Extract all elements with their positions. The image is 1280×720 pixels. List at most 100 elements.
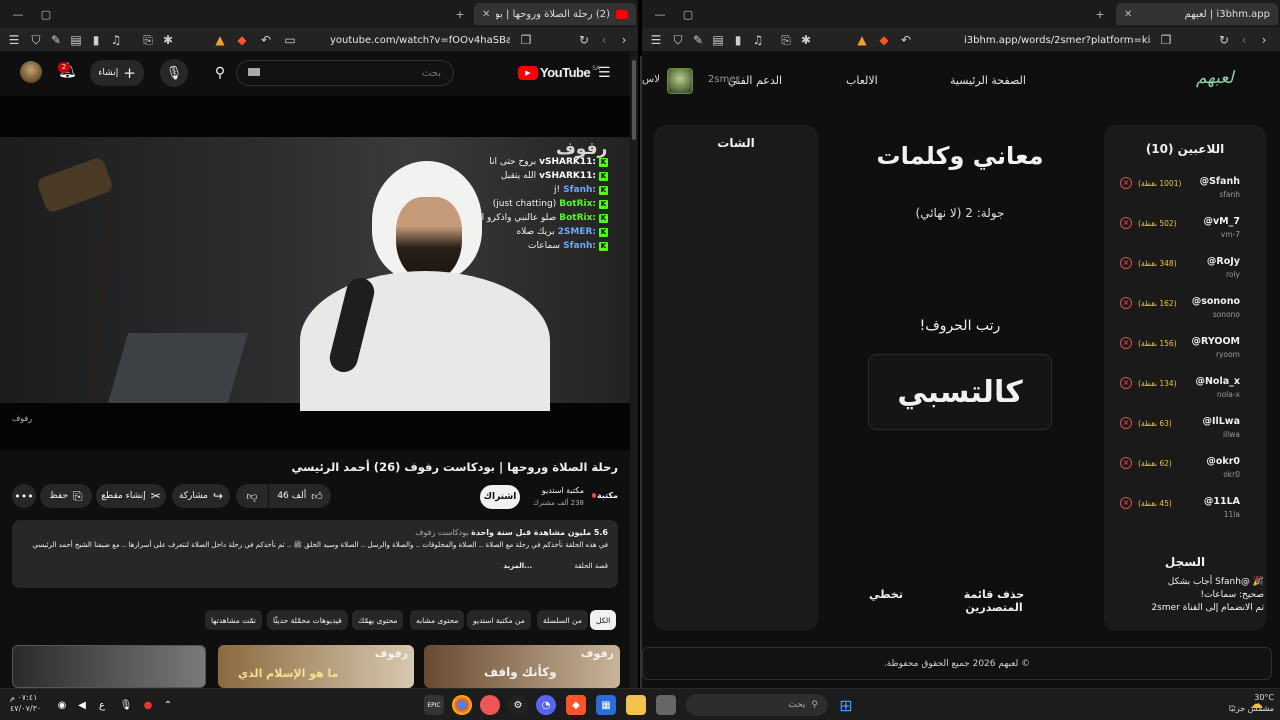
tab-youtube[interactable]: ✕ (2) رحلة الصلاة وروحها | بودكاس... <box>474 3 636 25</box>
remove-player-icon[interactable]: × <box>1120 217 1132 229</box>
youtube-logo[interactable]: ▶ YouTube SA <box>518 65 600 80</box>
subscribe-button[interactable]: اشتراك <box>480 485 520 509</box>
minimize-button[interactable]: — <box>652 6 668 22</box>
tab-i3bhm[interactable]: ✕ لعبهم | i3bhm.app <box>1116 3 1278 25</box>
warning-icon[interactable]: ▲ <box>854 32 870 48</box>
channel-name[interactable]: مكتبة استديو <box>528 486 584 495</box>
hamburger-menu-icon[interactable]: ☰ <box>598 65 611 81</box>
maximize-button[interactable]: ▢ <box>680 6 696 22</box>
extensions-icon[interactable]: ✱ <box>160 32 176 48</box>
remove-player-icon[interactable]: × <box>1120 337 1132 349</box>
screenshot-icon[interactable]: ⎘ <box>140 32 156 48</box>
remove-player-icon[interactable]: × <box>1120 177 1132 189</box>
video-thumbnail[interactable] <box>12 645 206 688</box>
page-scrollbar[interactable] <box>630 52 638 688</box>
close-tab-icon[interactable]: ✕ <box>1124 9 1132 20</box>
reload-icon[interactable]: ↻ <box>1216 32 1232 48</box>
back-icon[interactable]: ‹ <box>596 32 612 48</box>
skip-button[interactable]: تخطي <box>858 588 914 601</box>
new-tab-button[interactable]: + <box>452 6 468 22</box>
wallet-icon[interactable]: ▤ <box>68 32 84 48</box>
chip-recently-uploaded[interactable]: فيديوهات محمّلة حديثًا <box>267 610 348 630</box>
extensions-icon[interactable]: ✱ <box>798 32 814 48</box>
search-button[interactable]: ⚲ <box>206 59 234 87</box>
undo-icon[interactable]: ↶ <box>898 32 914 48</box>
chip-for-you[interactable]: محتوى يهمّك <box>352 610 404 630</box>
tray-chevron-icon[interactable]: ⌃ <box>158 695 178 715</box>
music-icon[interactable]: ♫ <box>750 32 766 48</box>
description-more[interactable]: ...المزيد <box>503 562 532 570</box>
chip-from-channel[interactable]: من مكتبة استديو <box>467 610 531 630</box>
more-actions-button[interactable]: ••• <box>12 484 36 508</box>
warning-icon[interactable]: ▲ <box>212 32 228 48</box>
maximize-button[interactable]: ▢ <box>38 6 54 22</box>
close-tab-icon[interactable]: ✕ <box>482 9 490 20</box>
avatar[interactable] <box>20 61 42 83</box>
menu-icon[interactable]: ☰ <box>6 32 22 48</box>
video-thumbnail[interactable]: رفوف وكأنك واقف <box>424 645 620 688</box>
file-explorer-icon[interactable] <box>626 695 646 715</box>
voice-search-button[interactable]: 🎙︎ <box>160 59 188 87</box>
back-icon[interactable]: ‹ <box>1236 32 1252 48</box>
puzzle-icon[interactable]: ✎ <box>48 32 64 48</box>
microphone-icon[interactable]: 🎙︎ <box>116 695 136 715</box>
discord-icon[interactable]: ◔ <box>536 695 556 715</box>
chrome-icon[interactable] <box>452 695 472 715</box>
brave-browser-icon[interactable]: ◆ <box>566 695 586 715</box>
remove-player-icon[interactable]: × <box>1120 497 1132 509</box>
scrollbar-thumb[interactable] <box>632 60 636 140</box>
video-player[interactable]: رفوف رفوف <box>0 96 630 450</box>
music-icon[interactable]: ♫ <box>108 32 124 48</box>
sidebar-icon[interactable]: ▮ <box>88 32 104 48</box>
task-view-icon[interactable] <box>656 695 676 715</box>
undo-icon[interactable]: ↶ <box>258 32 274 48</box>
chip-watched[interactable]: تمّت مشاهدتها <box>205 610 262 630</box>
remove-player-icon[interactable]: × <box>1120 257 1132 269</box>
new-tab-button[interactable]: + <box>1092 6 1108 22</box>
channel-avatar[interactable]: مكتبة <box>592 486 618 504</box>
cast-icon[interactable]: ▭ <box>282 32 298 48</box>
remove-player-icon[interactable]: × <box>1120 457 1132 469</box>
sidebar-icon[interactable]: ▮ <box>730 32 746 48</box>
like-button[interactable]: 46 ألف 👍︎ <box>269 484 331 508</box>
create-button[interactable]: إنشاء + <box>90 60 144 86</box>
forward-icon[interactable]: › <box>1256 32 1272 48</box>
keyboard-icon[interactable] <box>248 68 260 76</box>
remove-player-icon[interactable]: × <box>1120 377 1132 389</box>
screenshot-icon[interactable]: ⎘ <box>778 32 794 48</box>
save-button[interactable]: حفظ ⎘ <box>40 484 92 508</box>
date-time[interactable]: ٠٧:٤١ م ٤٧/٠٧/٣٠ <box>10 692 54 714</box>
speaker-icon[interactable]: ◀ <box>72 695 92 715</box>
user-avatar[interactable] <box>667 68 693 94</box>
nav-home[interactable]: الصفحة الرئيسية <box>950 74 1026 87</box>
taskbar-search[interactable]: بحث ⚲ <box>686 694 828 716</box>
language-indicator[interactable]: ع <box>92 695 112 715</box>
description-tag[interactable]: بودكاست رفوف <box>415 528 468 537</box>
chip-from-series[interactable]: من السلسلة <box>537 610 588 630</box>
brave-icon[interactable]: ◆ <box>234 32 250 48</box>
remove-player-icon[interactable]: × <box>1120 417 1132 429</box>
chip-all[interactable]: الكل <box>590 610 617 630</box>
brave-icon[interactable]: ◆ <box>876 32 892 48</box>
steam-icon[interactable]: ⚙ <box>508 695 528 715</box>
search-input[interactable]: بحث <box>236 60 454 86</box>
forward-icon[interactable]: › <box>616 32 632 48</box>
share-button[interactable]: مشاركة ↪ <box>172 484 230 508</box>
record-icon[interactable]: ● <box>138 695 158 715</box>
minimize-button[interactable]: — <box>10 6 26 22</box>
dislike-button[interactable]: 👎︎ <box>236 484 268 508</box>
menu-icon[interactable]: ☰ <box>648 32 664 48</box>
address-bar[interactable]: youtube.com/watch?v=fOOv4haSBao <box>330 31 510 49</box>
bookmark-icon[interactable]: ❐ <box>1158 32 1174 48</box>
nav-extra[interactable]: الاس <box>642 74 660 85</box>
windows-start-icon[interactable]: ⊞ <box>836 695 856 715</box>
shield-icon[interactable]: ⛉ <box>28 32 44 48</box>
weather-widget[interactable]: 30°C مشمس جزئيًا <box>1206 692 1274 714</box>
shield-icon[interactable]: ⛉ <box>670 32 686 48</box>
video-thumbnail[interactable]: رفوف ما هو الإسلام الذي <box>218 645 414 688</box>
epic-games-icon[interactable]: EPIC <box>424 695 444 715</box>
nav-games[interactable]: الالعاب <box>846 74 878 87</box>
reload-icon[interactable]: ↻ <box>576 32 592 48</box>
puzzle-icon[interactable]: ✎ <box>690 32 706 48</box>
clear-leaderboard-button[interactable]: حذف قائمة المتصدرين <box>934 588 1054 614</box>
